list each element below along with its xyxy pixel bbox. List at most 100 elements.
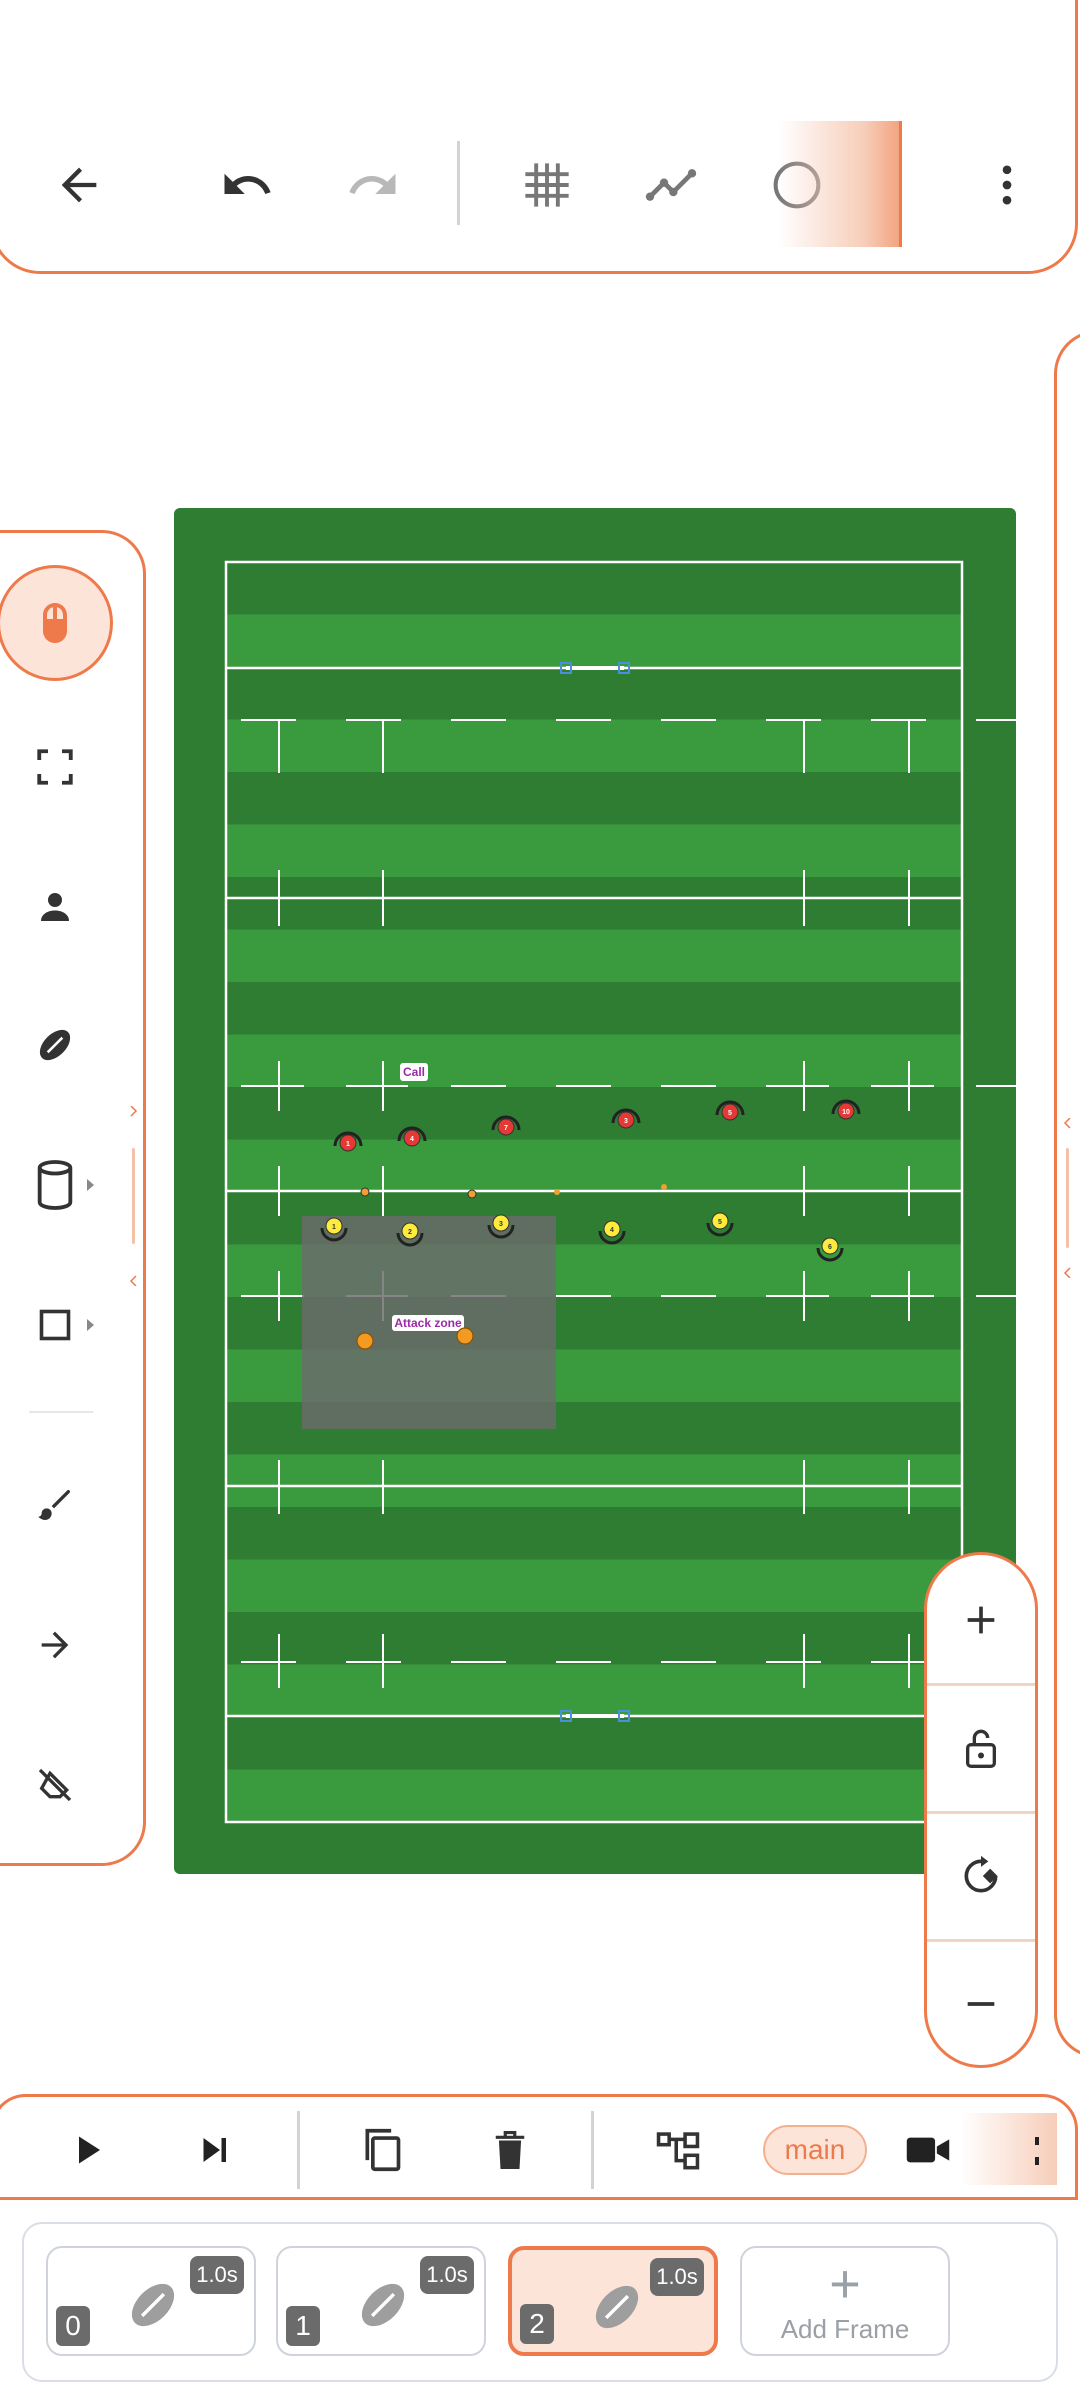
- zoom-out-button[interactable]: [927, 1941, 1035, 2067]
- ball-icon: [595, 2285, 639, 2329]
- player-number: 3: [499, 1221, 503, 1228]
- zoom-controls: [924, 1552, 1038, 2068]
- orange-marker[interactable]: [456, 1327, 474, 1345]
- brush-tool-button[interactable]: [5, 1455, 105, 1555]
- duplicate-frame-button[interactable]: [347, 2115, 417, 2185]
- polyline-icon: [645, 169, 697, 201]
- grass-stripe: [226, 1559, 962, 1612]
- frame-index: 1: [286, 2306, 320, 2346]
- grass-stripe: [226, 1454, 962, 1507]
- back-button[interactable]: [39, 145, 119, 225]
- grass-stripe: [226, 614, 962, 667]
- orange-marker[interactable]: [356, 1332, 374, 1350]
- undo-button[interactable]: [207, 145, 287, 225]
- player-number: 4: [610, 1227, 614, 1234]
- toolbar-divider: [297, 2111, 300, 2189]
- right-panel-handle[interactable]: [1062, 1118, 1074, 1278]
- playback-toolbar: main: [0, 2094, 1078, 2200]
- frame-index: 0: [56, 2306, 90, 2346]
- frame-thumb-0[interactable]: 1.0s 0: [46, 2246, 256, 2356]
- scroll-fade: [961, 2113, 1057, 2185]
- grid-icon: [525, 163, 569, 207]
- ball-tool-button[interactable]: [5, 995, 105, 1095]
- grass-stripe: [226, 667, 962, 720]
- frame-duration: 1.0s: [190, 2256, 244, 2294]
- area-select-tool-button[interactable]: [5, 717, 105, 817]
- play-button[interactable]: [53, 2115, 123, 2185]
- more-vert-icon: [1002, 165, 1012, 205]
- grass-stripe: [226, 982, 962, 1035]
- brush-icon: [38, 1490, 70, 1520]
- grass-stripe: [226, 1034, 962, 1087]
- play-icon: [79, 2136, 100, 2164]
- grass-stripe: [226, 1507, 962, 1560]
- lock-button[interactable]: [927, 1685, 1035, 1811]
- player-number: 1: [332, 1224, 336, 1231]
- grass-stripe: [226, 1612, 962, 1665]
- minus-icon: [967, 2002, 995, 2006]
- frame-index: 2: [520, 2304, 554, 2344]
- toolbar-divider: [29, 1411, 93, 1413]
- player-number: 5: [718, 1219, 722, 1226]
- zoom-in-button[interactable]: [927, 1557, 1035, 1683]
- branch-tree-button[interactable]: [643, 2115, 713, 2185]
- frame-thumb-2[interactable]: 1.0s 2: [508, 2246, 718, 2356]
- next-frame-button[interactable]: [179, 2115, 249, 2185]
- player-number: 6: [828, 1244, 832, 1251]
- ball-icon: [361, 2283, 405, 2327]
- ball-icon: [131, 2283, 175, 2327]
- player-number: 10: [842, 1109, 850, 1116]
- lock-open-icon: [966, 1729, 996, 1768]
- polyline-button[interactable]: [631, 145, 711, 225]
- scroll-fade: [778, 121, 902, 247]
- redo-icon: [349, 173, 396, 194]
- player-number: 3: [624, 1118, 628, 1125]
- select-tool-button[interactable]: [0, 565, 113, 681]
- frame-duration: 1.0s: [420, 2256, 474, 2294]
- call-label[interactable]: Call: [403, 1065, 425, 1079]
- add-frame-label: Add Frame: [780, 2314, 910, 2344]
- eraser-icon: [38, 1768, 72, 1802]
- camera-icon: [906, 2137, 950, 2163]
- toolbar-divider: [457, 141, 460, 225]
- branch-chip[interactable]: main: [763, 2125, 867, 2175]
- rotate-icon: [964, 1855, 998, 1893]
- more-indicator: [1035, 2137, 1039, 2165]
- arrow-tool-button[interactable]: [5, 1595, 105, 1695]
- camera-button[interactable]: [893, 2115, 963, 2185]
- skip-next-icon: [203, 2138, 226, 2162]
- rotate-button[interactable]: [927, 1813, 1035, 1939]
- grid-button[interactable]: [507, 145, 587, 225]
- copy-icon: [365, 2128, 401, 2172]
- more-button[interactable]: [967, 145, 1047, 225]
- top-toolbar: [0, 0, 1078, 274]
- grass-stripe: [226, 1769, 962, 1822]
- left-panel-handle[interactable]: [128, 1106, 140, 1286]
- plus-icon: [967, 1606, 995, 1634]
- shape-submenu-arrow[interactable]: [87, 1319, 94, 1331]
- grass-stripe: [226, 562, 962, 615]
- mouse-select-icon: [43, 603, 67, 643]
- redo-button[interactable]: [333, 145, 413, 225]
- attack-zone-label[interactable]: Attack zone: [394, 1316, 462, 1330]
- fullscreen-select-icon: [37, 749, 73, 785]
- add-frame-button[interactable]: + Add Frame: [740, 2246, 950, 2356]
- left-toolbar: [0, 530, 146, 1866]
- player-tool-button[interactable]: [5, 857, 105, 957]
- rugby-pitch: Attack zone Call 1 4 7 3 5 10 1 2 3 4 5 6: [174, 508, 1031, 1874]
- rugby-field-canvas[interactable]: Attack zone Call 1 4 7 3 5 10 1 2 3 4 5 6: [174, 508, 1031, 1874]
- delete-frame-button[interactable]: [475, 2115, 545, 2185]
- cone-submenu-arrow[interactable]: [87, 1179, 94, 1191]
- toolbar-divider: [591, 2111, 594, 2189]
- eraser-tool-button[interactable]: [5, 1735, 105, 1835]
- player-icon: [41, 893, 69, 921]
- delete-icon: [495, 2131, 525, 2169]
- back-arrow-icon: [61, 167, 97, 203]
- frame-thumb-1[interactable]: 1.0s 1: [276, 2246, 486, 2356]
- grass-stripe: [226, 824, 962, 877]
- grass-stripe: [226, 719, 962, 772]
- player-number: 7: [504, 1125, 508, 1132]
- grass-stripe: [226, 772, 962, 825]
- player-number: 1: [346, 1141, 350, 1148]
- ball-icon: [39, 1029, 71, 1061]
